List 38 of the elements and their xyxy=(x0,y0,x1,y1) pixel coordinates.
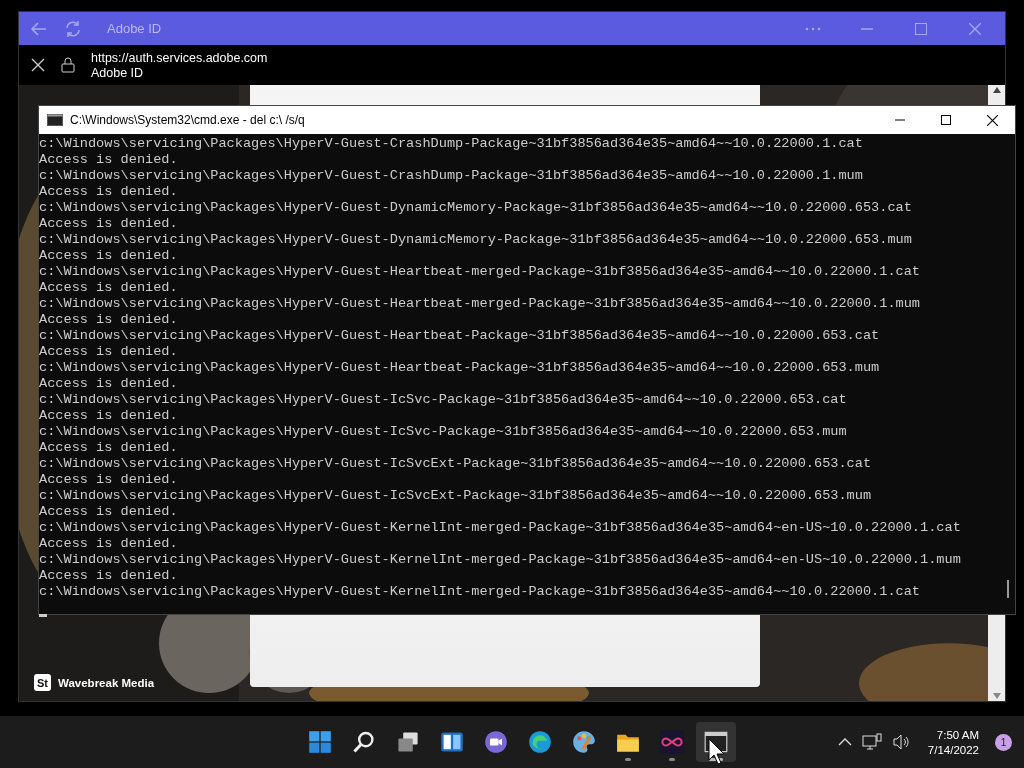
console-line: Access is denied. xyxy=(39,536,179,552)
console-line: c:\Windows\servicing\Packages\HyperV-Guest-Heartbeat-Package~31bf3856ad364e35~amd64~~10.0.22000.653.mum xyxy=(39,360,881,376)
console-title: C:\Windows\System32\cmd.exe - del c:\ /s/q xyxy=(70,113,306,127)
console-line: Access is denied. xyxy=(39,376,179,392)
console-line: c:\Windows\servicing\Packages\HyperV-Guest-CrashDump-Package~31bf3856ad364e35~amd64~~10.0.22000.1.cat xyxy=(39,136,864,152)
console-line: Access is denied. xyxy=(39,440,179,456)
console-line: Access is denied. xyxy=(39,184,179,200)
console-line: c:\Windows\servicing\Packages\HyperV-Guest-IcSvc-Package~31bf3856ad364e35~amd64~~10.0.22000.653.mum xyxy=(39,424,848,440)
url-text: https://auth.services.adobe.com xyxy=(91,50,268,65)
console-line: c:\Windows\servicing\Packages\HyperV-Guest-CrashDump-Package~31bf3856ad364e35~amd64~~10.0.22000.1.mum xyxy=(39,168,864,184)
console-line: Access is denied. xyxy=(39,568,179,584)
console-line: c:\Windows\servicing\Packages\HyperV-Guest-KernelInt-merged-Package~31bf3856ad364e35~amd64~en-US~10.0.22000.1.cat xyxy=(39,520,962,536)
console-line: c:\Windows\servicing\Packages\HyperV-Guest-KernelInt-merged-Package~31bf3856ad364e35~amd64~en-US~10.0.22000.1.mum xyxy=(39,552,962,568)
console-line: c:\Windows\servicing\Packages\HyperV-Guest-IcSvc-Package~31bf3856ad364e35~amd64~~10.0.22000.653.cat xyxy=(39,392,848,408)
console-line: Access is denied. xyxy=(39,248,179,264)
console-line: Access is denied. xyxy=(39,280,179,296)
console-line: c:\Windows\servicing\Packages\HyperV-Guest-Heartbeat-merged-Package~31bf3856ad364e35~amd64~~10.0.22000.1.cat xyxy=(39,264,922,280)
console-line: Access is denied. xyxy=(39,472,179,488)
console-line: c:\Windows\servicing\Packages\HyperV-Guest-DynamicMemory-Package~31bf3856ad364e35~amd64~~10.0.22000.653.cat xyxy=(39,200,913,216)
stock-badge: St xyxy=(34,674,51,691)
console-line: c:\Windows\servicing\Packages\HyperV-Guest-KernelInt-merged-Package~31bf3856ad364e35~amd64~~10.0.22000.1.cat xyxy=(39,584,922,600)
console-line: Access is denied. xyxy=(39,216,179,232)
console-line: Access is denied. xyxy=(39,504,179,520)
console-line: Access is denied. xyxy=(39,312,179,328)
console-line: c:\Windows\servicing\Packages\HyperV-Guest-DynamicMemory-Package~31bf3856ad364e35~amd64~~10.0.22000.653.mum xyxy=(39,232,913,248)
console-line: c:\Windows\servicing\Packages\HyperV-Guest-Heartbeat-merged-Package~31bf3856ad364e35~amd64~~10.0.22000.1.mum xyxy=(39,296,922,312)
clock-time: 7:50 AM xyxy=(936,728,979,741)
notification-count[interactable]: 1 xyxy=(995,733,1012,751)
console-line: c:\Windows\servicing\Packages\HyperV-Guest-Heartbeat-Package~31bf3856ad364e35~amd64~~10.0.22000.653.cat xyxy=(39,328,881,344)
photo-credit: Wavebreak Media xyxy=(58,676,155,689)
console-line: Access is denied. xyxy=(39,152,179,168)
page-title: Adobe ID xyxy=(91,65,145,80)
clock-date: 7/14/2022 xyxy=(927,743,979,756)
console-line: c:\Windows\servicing\Packages\HyperV-Guest-IcSvcExt-Package~31bf3856ad364e35~amd64~~10.0.22000.653.cat xyxy=(39,456,873,472)
window-title: Adobe ID xyxy=(107,21,163,36)
console-line: Access is denied. xyxy=(39,344,179,360)
console-line: c:\Windows\servicing\Packages\HyperV-Guest-IcSvcExt-Package~31bf3856ad364e35~amd64~~10.0.22000.653.mum xyxy=(39,488,873,504)
console-line: Access is denied. xyxy=(39,408,179,424)
